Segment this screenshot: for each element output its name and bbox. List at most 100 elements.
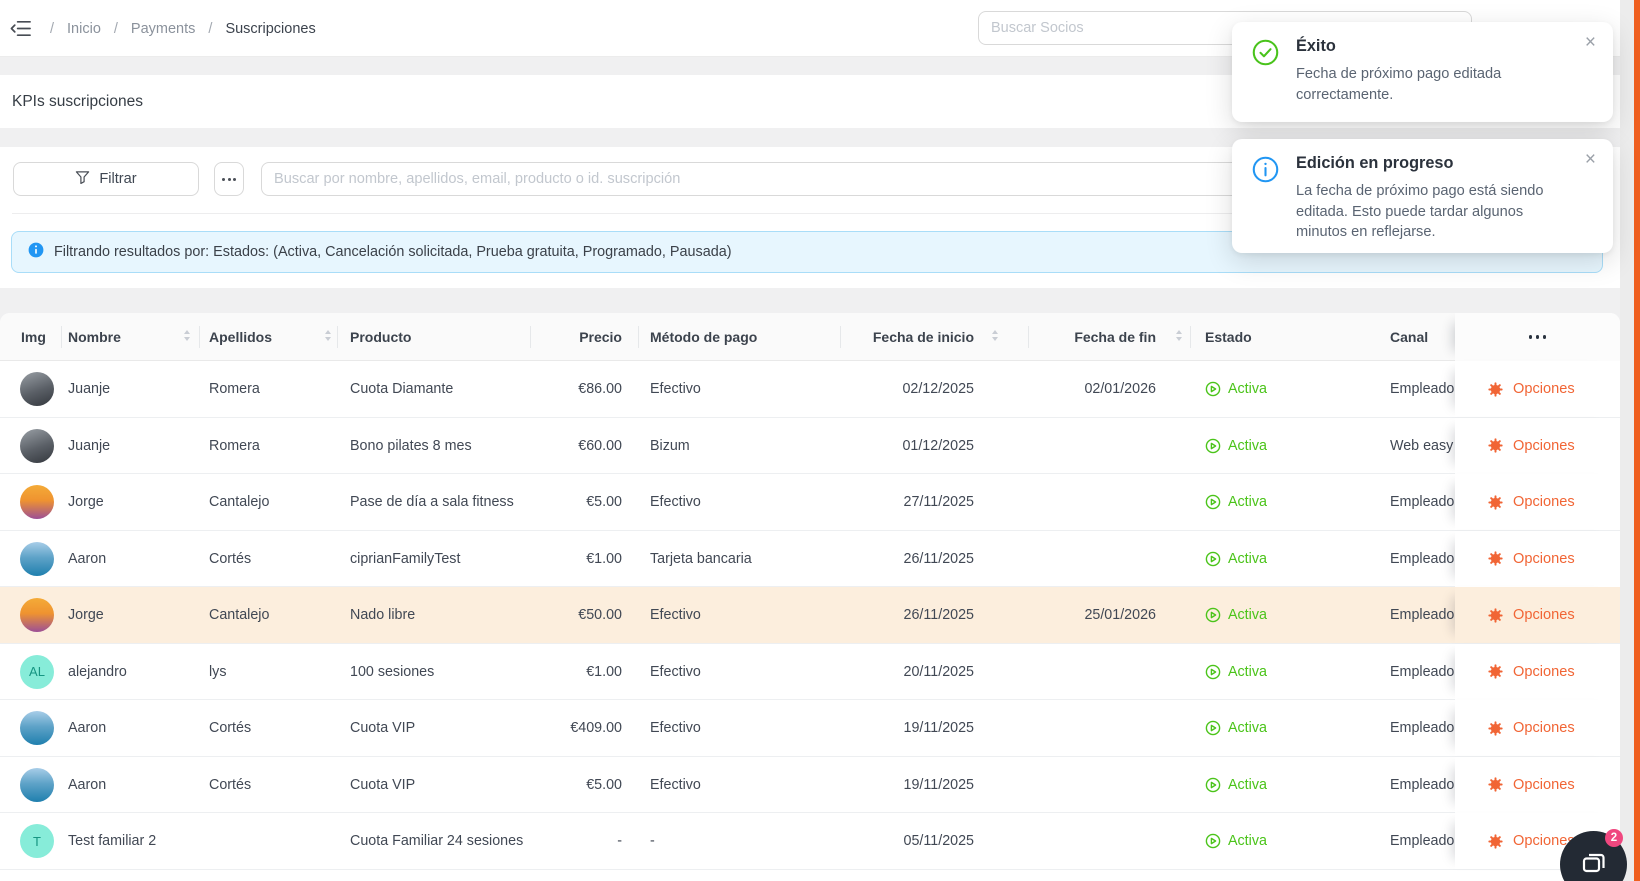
- opciones-button[interactable]: Opciones: [1455, 756, 1620, 813]
- sort-fecha-fin[interactable]: [1176, 330, 1182, 341]
- chat-unread-badge: 2: [1605, 829, 1623, 847]
- cell-nombre: Test familiar 2: [68, 833, 157, 849]
- cell-metodo: Efectivo: [650, 720, 701, 736]
- opciones-button[interactable]: Opciones: [1455, 417, 1620, 474]
- status-badge: Activa: [1205, 474, 1267, 530]
- col-canal: Canal: [1390, 329, 1429, 345]
- cell-canal: Empleado: [1390, 776, 1454, 793]
- cell-nombre: Aaron: [68, 720, 107, 736]
- status-badge: Activa: [1205, 587, 1267, 643]
- cell-metodo: -: [650, 833, 655, 849]
- cell-metodo: Efectivo: [650, 607, 701, 623]
- cell-canal: Empleado: [1390, 720, 1454, 736]
- cell-producto: Cuota VIP: [350, 776, 416, 793]
- table-row[interactable]: Aaron Cortés ciprianFamilyTest €1.00 Tar…: [0, 530, 1620, 587]
- cell-fecha-fin: 25/01/2026: [1084, 607, 1156, 623]
- cell-fecha-fin: [1038, 813, 1156, 869]
- subscriptions-table: Img Nombre Apellidos Producto Precio Mét…: [0, 313, 1620, 881]
- cell-fecha-fin: 02/01/2026: [1084, 381, 1156, 397]
- cell-precio: €5.00: [586, 494, 622, 510]
- screen-edge-strip: [1634, 0, 1640, 881]
- opciones-button[interactable]: Opciones: [1455, 700, 1620, 756]
- close-icon[interactable]: ×: [1585, 149, 1596, 171]
- funnel-icon: [75, 170, 90, 189]
- cell-fecha-inicio: 01/12/2025: [902, 437, 974, 454]
- filtrar-label: Filtrar: [99, 171, 137, 187]
- cell-metodo: Efectivo: [650, 776, 701, 793]
- breadcrumb-separator: /: [50, 20, 55, 37]
- col-apellidos: Apellidos: [209, 329, 273, 345]
- opciones-label: Opciones: [1513, 776, 1575, 793]
- table-row[interactable]: Aaron Cortés Cuota VIP €409.00 Efectivo …: [0, 700, 1620, 757]
- cell-precio: €5.00: [586, 776, 622, 793]
- cell-fecha-fin: [1038, 644, 1156, 700]
- status-badge: Activa: [1205, 644, 1267, 700]
- columns-options-button[interactable]: [1455, 313, 1620, 361]
- table-row[interactable]: Juanje Romera Cuota Diamante €86.00 Efec…: [0, 361, 1620, 418]
- col-producto: Producto: [350, 329, 412, 345]
- table-row[interactable]: Juanje Romera Bono pilates 8 mes €60.00 …: [0, 417, 1620, 474]
- opciones-button[interactable]: Opciones: [1455, 530, 1620, 587]
- cell-producto: Cuota VIP: [350, 720, 416, 736]
- cell-fecha-inicio: 19/11/2025: [903, 776, 975, 793]
- cell-apellidos: Romera: [209, 437, 260, 454]
- cell-precio: -: [617, 833, 622, 849]
- close-icon[interactable]: ×: [1585, 32, 1596, 54]
- cell-fecha-fin: [1038, 757, 1156, 813]
- toast-title: Éxito: [1296, 37, 1336, 55]
- cell-fecha-fin: [1038, 418, 1156, 474]
- cell-apellidos: Romera: [209, 381, 260, 397]
- status-badge: Activa: [1205, 531, 1267, 587]
- opciones-label: Opciones: [1513, 720, 1575, 736]
- avatar: [20, 428, 54, 463]
- cell-precio: €409.00: [570, 720, 622, 736]
- sort-apellidos[interactable]: [325, 330, 331, 341]
- sort-fecha-inicio[interactable]: [992, 330, 998, 341]
- table-row[interactable]: Aaron Cortés Cuota VIP €5.00 Efectivo 19…: [0, 756, 1620, 813]
- cell-fecha-inicio: 02/12/2025: [902, 381, 974, 397]
- table-row[interactable]: T Test familiar 2 Cuota Familiar 24 sesi…: [0, 813, 1620, 870]
- cell-nombre: Jorge: [68, 607, 104, 623]
- table-row[interactable]: Jorge Cantalejo Pase de día a sala fitne…: [0, 474, 1620, 531]
- cell-nombre: Aaron: [68, 776, 107, 793]
- table-row[interactable]: AL alejandro lys 100 sesiones €1.00 Efec…: [0, 643, 1620, 700]
- cell-nombre: Aaron: [68, 550, 107, 567]
- cell-producto: 100 sesiones: [350, 663, 435, 680]
- cell-precio: €1.00: [586, 550, 622, 567]
- cell-fecha-fin: [1038, 531, 1156, 587]
- info-filled-icon: [28, 242, 44, 262]
- sidebar-collapse-icon[interactable]: [10, 19, 31, 43]
- opciones-label: Opciones: [1513, 663, 1575, 680]
- cell-fecha-fin: [1038, 700, 1156, 756]
- status-badge: Activa: [1205, 418, 1267, 474]
- cell-canal: Empleado: [1390, 607, 1454, 623]
- opciones-button[interactable]: Opciones: [1455, 643, 1620, 700]
- cell-fecha-inicio: 26/11/2025: [903, 607, 975, 623]
- cell-producto: Bono pilates 8 mes: [350, 437, 472, 454]
- filtrar-button[interactable]: Filtrar: [13, 162, 199, 196]
- main-content: / Inicio / Payments / Suscripciones KPIs…: [0, 0, 1620, 881]
- cell-precio: €86.00: [578, 381, 622, 397]
- opciones-button[interactable]: Opciones: [1455, 587, 1620, 643]
- cell-apellidos: Cantalejo: [209, 607, 270, 623]
- cell-nombre: Juanje: [68, 437, 111, 454]
- breadcrumb-payments[interactable]: Payments: [131, 21, 195, 37]
- cell-metodo: Efectivo: [650, 494, 701, 510]
- opciones-label: Opciones: [1513, 607, 1575, 623]
- status-badge: Activa: [1205, 757, 1267, 813]
- table-row-highlighted[interactable]: Jorge Cantalejo Nado libre €50.00 Efecti…: [0, 587, 1620, 644]
- col-precio: Precio: [579, 329, 622, 345]
- chat-bubble-icon: [1578, 846, 1610, 881]
- cell-nombre: Juanje: [68, 381, 111, 397]
- cell-producto: Cuota Diamante: [350, 381, 454, 397]
- sort-nombre[interactable]: [184, 330, 190, 341]
- opciones-button[interactable]: Opciones: [1455, 361, 1620, 417]
- col-metodo: Método de pago: [650, 329, 758, 345]
- cell-apellidos: Cortés: [209, 720, 252, 736]
- avatar-initials: T: [20, 824, 54, 858]
- check-circle-icon: [1252, 39, 1279, 71]
- opciones-button[interactable]: Opciones: [1455, 474, 1620, 530]
- breadcrumb-inicio[interactable]: Inicio: [67, 21, 101, 37]
- more-filters-button[interactable]: [214, 162, 244, 196]
- cell-apellidos: lys: [209, 663, 227, 680]
